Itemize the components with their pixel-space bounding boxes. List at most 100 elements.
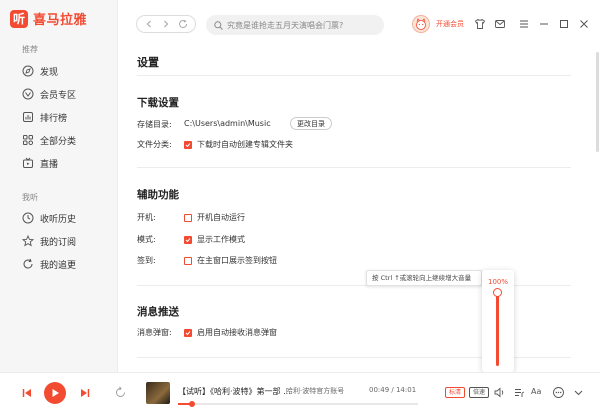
- progress-bar[interactable]: [178, 401, 418, 407]
- more-icon[interactable]: [552, 386, 565, 399]
- volume-tooltip: 按 Ctrl ↑或滚轮向上继续增大音量: [366, 270, 482, 286]
- checkbox[interactable]: [184, 235, 192, 244]
- avatar[interactable]: [412, 15, 430, 33]
- track-artist[interactable]: 哈利·波特官方账号: [286, 386, 344, 396]
- album-cover[interactable]: [146, 382, 170, 404]
- vip-link[interactable]: 开通会员: [436, 19, 464, 29]
- volume-track[interactable]: [496, 292, 499, 366]
- push-label: 消息弹窗:: [137, 328, 172, 337]
- category-label: 文件分类:: [137, 140, 172, 149]
- sidebar-item-label: 排行榜: [40, 113, 68, 124]
- section-heading-push: 消息推送: [137, 306, 179, 318]
- play-icon: [52, 389, 59, 397]
- play-button[interactable]: [44, 382, 66, 404]
- search-icon: [214, 20, 223, 30]
- section-heading-assist: 辅助功能: [137, 189, 179, 201]
- maximize-icon[interactable]: [558, 18, 570, 30]
- logo-icon: 听: [10, 9, 28, 28]
- top-bar: 开通会员: [118, 0, 600, 46]
- checkbox-message-popup[interactable]: 启用自动接收消息弹窗: [184, 327, 277, 338]
- grid-icon: [23, 135, 34, 146]
- sidebar: 听 喜马拉雅 推荐 发现 会员专区 排行榜 全部分类 直播 我听 收听历史 我的…: [0, 0, 118, 372]
- sidebar-item-subscriptions[interactable]: 我的订阅: [22, 234, 76, 248]
- tv-icon: [23, 157, 33, 168]
- section-heading-download: 下载设置: [137, 97, 179, 109]
- font-size-button[interactable]: Aa: [531, 387, 541, 396]
- sidebar-item-label: 直播: [40, 159, 59, 170]
- minimize-icon[interactable]: [538, 18, 550, 30]
- section-title-recommend: 推荐: [22, 45, 38, 54]
- checkbox-auto-album-folder[interactable]: 下载时自动创建专辑文件夹: [184, 139, 293, 150]
- checkbox[interactable]: [184, 256, 192, 265]
- section-title-mine: 我听: [22, 193, 38, 202]
- checkbox-auto-start[interactable]: 开机自动运行: [184, 212, 245, 223]
- chevron-left-icon: [146, 20, 151, 28]
- volume-icon[interactable]: [493, 386, 506, 399]
- scrollbar[interactable]: [596, 52, 599, 152]
- checkbox[interactable]: [184, 140, 192, 149]
- volume-knob[interactable]: [493, 288, 502, 297]
- sidebar-item-categories[interactable]: 全部分类: [22, 133, 76, 147]
- progress-handle[interactable]: [189, 401, 195, 407]
- search-input[interactable]: [227, 20, 377, 30]
- quality-badge[interactable]: 标清: [445, 387, 466, 398]
- vip-icon: [22, 88, 34, 100]
- chevron-right-icon: [164, 20, 169, 28]
- mail-icon[interactable]: [494, 18, 506, 30]
- sidebar-item-following[interactable]: 我的追更: [22, 257, 76, 271]
- checkbox-label: 显示工作模式: [197, 235, 245, 244]
- row-label-checkin: 签到:: [137, 256, 156, 265]
- clock-icon: [22, 212, 34, 224]
- checkbox-checkin-button[interactable]: 在主窗口展示签到按钮: [184, 255, 277, 266]
- avatar-face-icon: [416, 18, 426, 30]
- skip-previous-icon: [22, 389, 31, 397]
- dir-label: 存储目录:: [137, 120, 172, 129]
- star-icon: [22, 235, 34, 247]
- search-box[interactable]: [206, 15, 384, 35]
- row-label-boot: 开机:: [137, 213, 156, 222]
- sidebar-item-discover[interactable]: 发现: [22, 64, 58, 78]
- prev-button[interactable]: [20, 386, 34, 400]
- checkbox-label: 下载时自动创建专辑文件夹: [197, 140, 293, 149]
- checkbox[interactable]: [184, 328, 192, 337]
- sidebar-item-label: 发现: [40, 67, 59, 78]
- shirt-icon[interactable]: [474, 18, 486, 30]
- sidebar-item-label: 全部分类: [40, 136, 77, 147]
- refresh-button[interactable]: [176, 17, 190, 31]
- volume-percent: 100%: [487, 278, 508, 286]
- chart-icon: [23, 112, 33, 122]
- refresh-icon: [23, 258, 33, 269]
- sidebar-item-label: 我的追更: [40, 260, 77, 271]
- track-time: 00:49 / 14:01: [369, 386, 417, 394]
- track-title[interactable]: 【试听】《哈利·波特》第一部 ...: [178, 386, 291, 397]
- page-title: 设置: [137, 56, 159, 69]
- menu-icon[interactable]: [518, 18, 530, 30]
- checkbox[interactable]: [184, 213, 192, 222]
- playlist-icon[interactable]: [513, 386, 526, 399]
- divider: [137, 75, 571, 76]
- sidebar-item-label: 会员专区: [40, 90, 77, 101]
- collapse-icon[interactable]: [572, 386, 585, 399]
- change-dir-button[interactable]: 更改目录: [290, 117, 332, 130]
- sidebar-item-history[interactable]: 收听历史: [22, 211, 76, 225]
- forward-button[interactable]: [159, 17, 173, 31]
- replay-15-icon[interactable]: [114, 386, 127, 399]
- back-button[interactable]: [142, 17, 156, 31]
- sidebar-item-live[interactable]: 直播: [22, 156, 58, 170]
- sidebar-item-label: 收听历史: [40, 214, 77, 225]
- row-label-mode: 模式:: [137, 235, 156, 244]
- speed-badge[interactable]: 倍速: [469, 387, 490, 398]
- sidebar-item-vip[interactable]: 会员专区: [22, 87, 76, 101]
- next-button[interactable]: [78, 386, 92, 400]
- volume-panel: 100%: [482, 270, 514, 372]
- sidebar-item-ranking[interactable]: 排行榜: [22, 110, 67, 124]
- skip-next-icon: [81, 389, 90, 397]
- compass-icon: [22, 65, 34, 77]
- close-icon[interactable]: [578, 18, 590, 30]
- checkbox-label: 开机自动运行: [197, 213, 245, 222]
- app-logo[interactable]: 听 喜马拉雅: [10, 9, 87, 28]
- settings-panel: 设置 下载设置 存储目录: C:\Users\admin\Music 更改目录 …: [118, 46, 600, 372]
- checkbox-work-mode[interactable]: 显示工作模式: [184, 234, 245, 245]
- divider: [137, 167, 571, 168]
- checkbox-label: 启用自动接收消息弹窗: [197, 328, 277, 337]
